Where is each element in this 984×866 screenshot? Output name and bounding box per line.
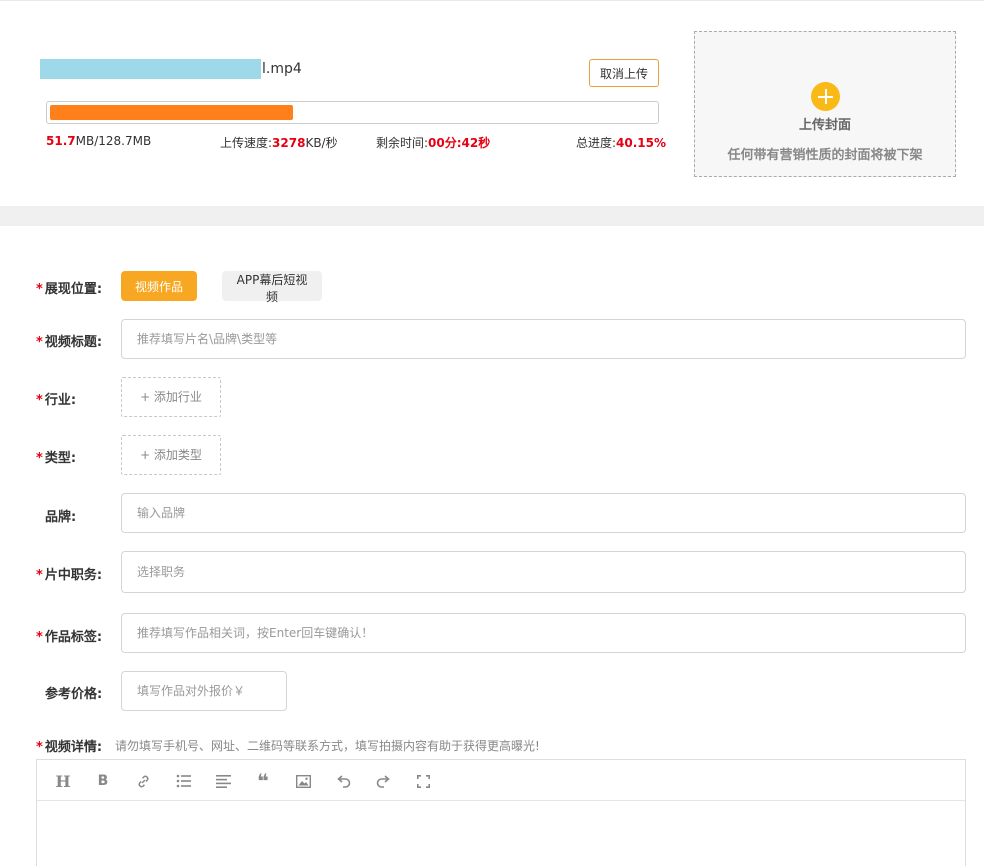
required-mark: *: [36, 451, 43, 466]
remain-value: 00分:42秒: [428, 136, 491, 150]
speed-unit: KB/秒: [305, 136, 338, 150]
rich-text-editor[interactable]: H B ❝: [36, 759, 966, 866]
remaining-time-stat: 剩余时间:00分:42秒: [376, 134, 490, 151]
total-progress-stat: 总进度:40.15%: [576, 134, 666, 151]
price-input[interactable]: [121, 671, 287, 711]
list-icon[interactable]: [172, 770, 194, 792]
speed-value: 3278: [272, 136, 306, 150]
add-industry-button[interactable]: + 添加行业: [121, 377, 221, 417]
upload-section: l.mp4 取消上传 51.7MB/128.7MB 上传速度:3278KB/秒 …: [0, 0, 984, 206]
section-divider: [0, 206, 984, 226]
upload-cover-box[interactable]: 上传封面 任何带有营销性质的封面将被下架: [694, 31, 956, 177]
upload-size-stat: 51.7MB/128.7MB: [46, 134, 151, 148]
image-icon[interactable]: [292, 770, 314, 792]
price-label: 参考价格:: [45, 687, 103, 702]
file-extension: l.mp4: [262, 61, 302, 77]
required-mark: *: [36, 282, 43, 297]
uploaded-size: 51.7: [46, 134, 76, 148]
position-option-video[interactable]: 视频作品: [121, 271, 197, 301]
brand-input[interactable]: [121, 493, 966, 533]
redo-icon[interactable]: [372, 770, 394, 792]
total-label: 总进度:: [576, 136, 617, 150]
tags-label: * 作品标签:: [36, 630, 103, 645]
required-mark: *: [36, 630, 43, 645]
role-label: * 片中职务:: [36, 568, 103, 583]
position-label: * 展现位置:: [36, 282, 103, 297]
quote-icon[interactable]: ❝: [252, 769, 274, 793]
required-mark: *: [36, 335, 43, 350]
editor-toolbar: H B ❝: [37, 760, 965, 801]
detail-label: * 视频详情:: [36, 740, 103, 755]
plus-circle-icon: [811, 82, 840, 111]
file-name-redaction: [40, 59, 261, 79]
cancel-upload-button[interactable]: 取消上传: [589, 59, 659, 87]
align-icon[interactable]: [212, 770, 234, 792]
upload-progress-fill: [50, 105, 293, 120]
cover-title: 上传封面: [798, 118, 851, 133]
detail-hint: 请勿填写手机号、网址、二维码等联系方式，填写拍摄内容有助于获得更高曝光!: [115, 739, 540, 753]
tags-input[interactable]: [121, 613, 966, 653]
required-mark: *: [36, 393, 43, 408]
required-mark: *: [36, 568, 43, 583]
add-type-button[interactable]: + 添加类型: [121, 435, 221, 475]
upload-progress-bar: [46, 101, 659, 124]
cover-note: 任何带有营销性质的封面将被下架: [727, 148, 923, 163]
link-icon[interactable]: [132, 770, 154, 792]
industry-label: * 行业:: [36, 393, 77, 408]
fullscreen-icon[interactable]: [412, 770, 434, 792]
heading-icon[interactable]: H: [52, 770, 74, 792]
total-size: MB/128.7MB: [75, 134, 152, 148]
file-name: l.mp4: [40, 59, 302, 79]
title-label: * 视频标题:: [36, 335, 103, 350]
brand-label: 品牌:: [45, 510, 77, 525]
position-option-app[interactable]: APP幕后短视频: [222, 271, 322, 304]
remain-label: 剩余时间:: [376, 136, 429, 150]
total-value: 40.15%: [616, 136, 667, 150]
required-mark: *: [36, 740, 43, 755]
speed-label: 上传速度:: [220, 136, 273, 150]
bold-icon[interactable]: B: [92, 770, 114, 792]
role-select[interactable]: [121, 551, 966, 593]
undo-icon[interactable]: [332, 770, 354, 792]
type-label: * 类型:: [36, 451, 77, 466]
upload-speed-stat: 上传速度:3278KB/秒: [220, 134, 338, 151]
video-title-input[interactable]: [121, 319, 966, 359]
